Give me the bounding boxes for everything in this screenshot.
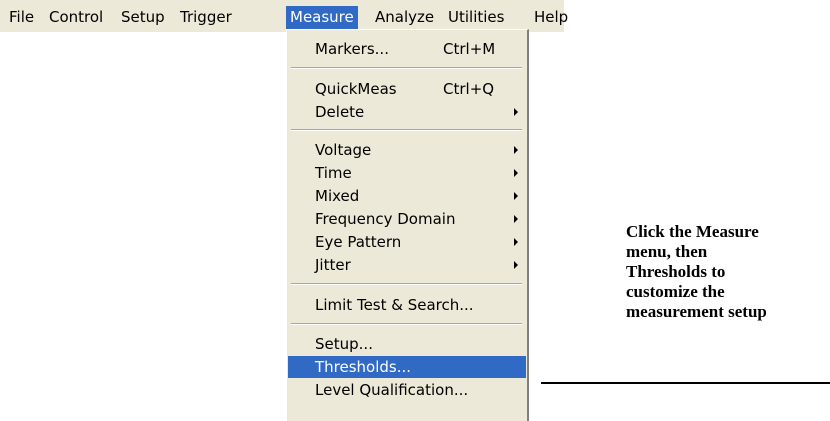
menu-setup[interactable]: Setup bbox=[121, 6, 165, 29]
menu-item-label: Voltage bbox=[315, 141, 372, 159]
menu-separator bbox=[291, 283, 522, 285]
menu-item-label: Limit Test & Search... bbox=[315, 296, 474, 314]
submenu-arrow-icon bbox=[514, 261, 518, 269]
menu-analyze[interactable]: Analyze bbox=[375, 6, 434, 29]
callout-line: Click the Measure bbox=[626, 222, 759, 241]
submenu-arrow-icon bbox=[514, 215, 518, 223]
menu-item-shortcut: Ctrl+Q bbox=[443, 80, 495, 98]
menu-item-label: QuickMeas bbox=[315, 80, 397, 98]
callout-leader-line bbox=[541, 382, 830, 384]
submenu-arrow-icon bbox=[514, 238, 518, 246]
menu-separator bbox=[291, 129, 522, 131]
menu-utilities[interactable]: Utilities bbox=[448, 6, 504, 29]
menu-item-label: Thresholds... bbox=[315, 358, 412, 376]
submenu-arrow-icon bbox=[514, 108, 518, 116]
submenu-arrow-icon bbox=[514, 192, 518, 200]
menu-separator bbox=[291, 67, 522, 69]
menu-item-jitter[interactable]: Jitter bbox=[288, 254, 526, 276]
menu-measure[interactable]: Measure bbox=[286, 6, 358, 29]
submenu-arrow-icon bbox=[514, 169, 518, 177]
menu-item-quickmeas[interactable]: QuickMeas Ctrl+Q bbox=[288, 78, 526, 100]
menu-item-label: Time bbox=[315, 164, 352, 182]
measure-dropdown-menu: Markers... Ctrl+M QuickMeas Ctrl+Q Delet… bbox=[286, 29, 529, 421]
menu-help[interactable]: Help bbox=[534, 6, 568, 29]
menu-item-eye-pattern[interactable]: Eye Pattern bbox=[288, 231, 526, 253]
menu-item-label: Level Qualification... bbox=[315, 381, 469, 399]
menu-item-label: Jitter bbox=[315, 256, 351, 274]
menu-item-label: Frequency Domain bbox=[315, 210, 456, 228]
menu-item-label: Setup... bbox=[315, 335, 373, 353]
menu-item-shortcut: Ctrl+M bbox=[443, 40, 496, 58]
callout-line: Thresholds to bbox=[626, 262, 726, 281]
menu-item-mixed[interactable]: Mixed bbox=[288, 185, 526, 207]
menu-item-label: Markers... bbox=[315, 40, 389, 58]
menu-file[interactable]: File bbox=[9, 6, 34, 29]
instruction-callout: Click the Measure menu, then Thresholds … bbox=[626, 222, 826, 322]
menu-item-label: Delete bbox=[315, 103, 365, 121]
menu-item-voltage[interactable]: Voltage bbox=[288, 139, 526, 161]
menu-trigger[interactable]: Trigger bbox=[180, 6, 232, 29]
callout-line: menu, then bbox=[626, 242, 708, 261]
menu-item-thresholds[interactable]: Thresholds... bbox=[288, 356, 526, 378]
menu-item-delete[interactable]: Delete bbox=[288, 101, 526, 123]
menu-item-frequency-domain[interactable]: Frequency Domain bbox=[288, 208, 526, 230]
menu-item-markers[interactable]: Markers... Ctrl+M bbox=[288, 38, 526, 60]
menu-item-label: Eye Pattern bbox=[315, 233, 402, 251]
menu-item-setup[interactable]: Setup... bbox=[288, 333, 526, 355]
menu-item-level-qualification[interactable]: Level Qualification... bbox=[288, 379, 526, 401]
menu-control[interactable]: Control bbox=[49, 6, 103, 29]
submenu-arrow-icon bbox=[514, 146, 518, 154]
menu-bar: File Control Setup Trigger Measure Analy… bbox=[0, 0, 568, 32]
callout-line: measurement setup bbox=[626, 302, 767, 321]
menu-item-time[interactable]: Time bbox=[288, 162, 526, 184]
menu-separator bbox=[291, 323, 522, 325]
menu-item-limit-test[interactable]: Limit Test & Search... bbox=[288, 294, 526, 316]
callout-line: customize the bbox=[626, 282, 725, 301]
menu-item-label: Mixed bbox=[315, 187, 360, 205]
